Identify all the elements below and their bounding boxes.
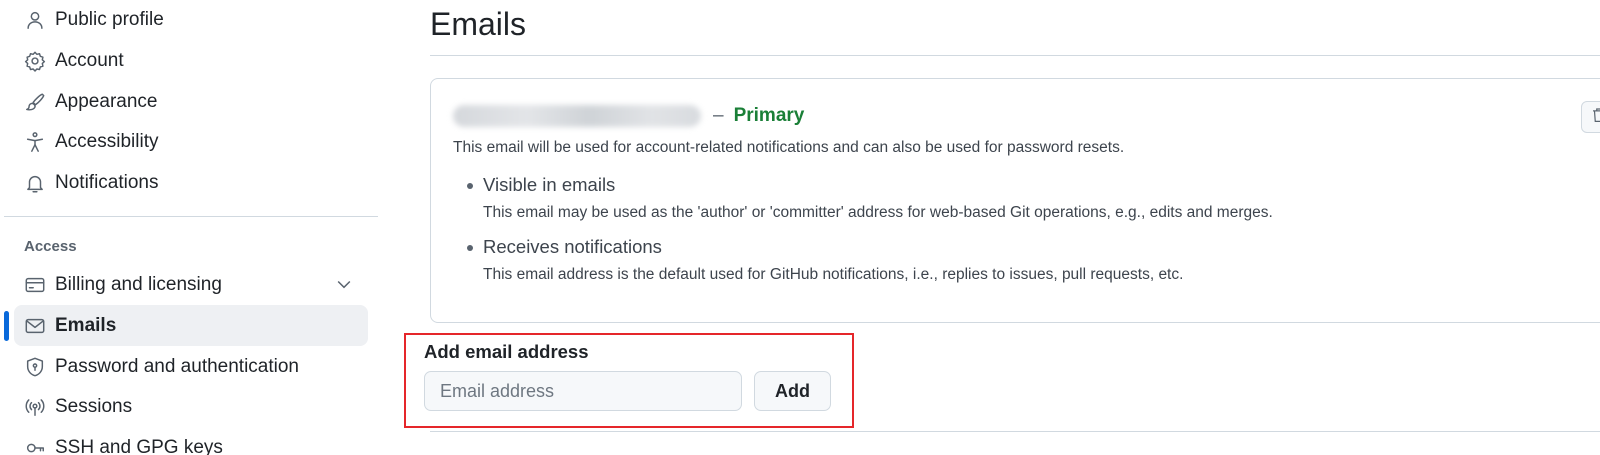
page-title: Emails xyxy=(430,6,527,42)
sidebar-item-label: SSH and GPG keys xyxy=(55,436,223,455)
sidebar-item-sessions[interactable]: Sessions xyxy=(14,386,368,427)
shield-icon xyxy=(24,356,46,378)
bullet-description: This email may be used as the 'author' o… xyxy=(483,204,1273,221)
sidebar-item-billing[interactable]: Billing and licensing xyxy=(14,264,368,305)
sidebar-item-accessibility[interactable]: Accessibility xyxy=(14,121,368,162)
sidebar-item-label: Emails xyxy=(55,314,117,336)
sidebar-item-notifications[interactable]: Notifications xyxy=(14,162,368,203)
broadcast-icon xyxy=(24,396,46,418)
sidebar-item-appearance[interactable]: Appearance xyxy=(14,81,368,122)
sidebar-item-label: Billing and licensing xyxy=(55,273,222,295)
settings-page: Public profile Account Appearance Access… xyxy=(0,0,1600,455)
sidebar-item-label: Account xyxy=(55,49,124,71)
primary-badge: Primary xyxy=(733,105,805,126)
mail-icon xyxy=(24,315,46,337)
primary-email-card: – Primary This email will be used for ac… xyxy=(430,78,1600,323)
sidebar-section-access: Access xyxy=(24,238,77,255)
email-description: This email will be used for account-rela… xyxy=(453,139,1125,156)
bullet-visible-in-emails: Visible in emails This email may be used… xyxy=(467,174,1273,222)
sidebar-item-label: Password and authentication xyxy=(55,355,299,377)
title-divider xyxy=(430,55,1600,56)
email-address-input[interactable] xyxy=(424,371,742,411)
gear-icon xyxy=(24,50,46,72)
sidebar-item-label: Notifications xyxy=(55,171,159,193)
sidebar-item-label: Accessibility xyxy=(55,130,159,152)
accessibility-icon xyxy=(24,131,46,153)
sidebar-item-public-profile[interactable]: Public profile xyxy=(14,0,368,40)
sidebar-item-emails[interactable]: Emails xyxy=(14,305,368,346)
trash-icon xyxy=(1590,106,1600,129)
delete-email-button[interactable] xyxy=(1581,101,1600,133)
sidebar-item-password-authentication[interactable]: Password and authentication xyxy=(14,346,368,387)
key-icon xyxy=(24,437,46,455)
chevron-down-icon[interactable] xyxy=(334,274,354,294)
bell-icon xyxy=(24,172,46,194)
bullet-title: Receives notifications xyxy=(483,236,662,257)
add-email-heading: Add email address xyxy=(424,341,589,362)
separator-dash: – xyxy=(713,105,724,126)
bullet-receives-notifications: Receives notifications This email addres… xyxy=(467,236,1183,284)
sidebar-item-label: Public profile xyxy=(55,8,164,30)
active-indicator xyxy=(4,311,9,341)
add-email-button[interactable]: Add xyxy=(754,371,831,411)
settings-sidebar: Public profile Account Appearance Access… xyxy=(0,0,380,455)
sidebar-item-label: Appearance xyxy=(55,90,158,112)
email-address-row: – Primary xyxy=(453,105,804,127)
paintbrush-icon xyxy=(24,91,46,113)
bullet-dot xyxy=(467,183,473,189)
add-email-section: Add email address Add xyxy=(404,333,854,428)
sidebar-item-label: Sessions xyxy=(55,395,133,417)
sidebar-item-account[interactable]: Account xyxy=(14,40,368,81)
redacted-email-address xyxy=(453,105,701,127)
sidebar-item-ssh-gpg-keys[interactable]: SSH and GPG keys xyxy=(14,427,368,455)
person-icon xyxy=(24,9,46,31)
credit-card-icon xyxy=(24,274,46,296)
sidebar-divider xyxy=(4,216,378,217)
bullet-title: Visible in emails xyxy=(483,174,616,195)
bullet-dot xyxy=(467,245,473,251)
section-divider xyxy=(430,431,1600,432)
bullet-description: This email address is the default used f… xyxy=(483,266,1184,283)
